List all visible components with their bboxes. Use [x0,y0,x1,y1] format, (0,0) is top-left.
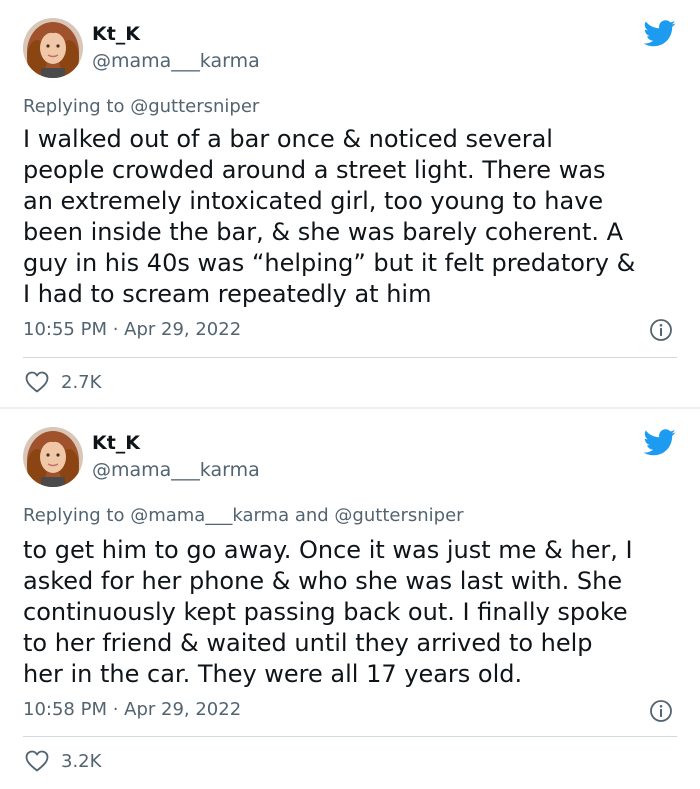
avatar-image [23,18,83,78]
divider [23,357,677,358]
tweet-body: I walked out of a bar once & noticed sev… [23,124,683,310]
heart-icon [25,750,49,772]
tweet-body-line: guy in his 40s was “helping” but it felt… [23,249,636,277]
tweet-timestamp[interactable]: 10:58 PM · Apr 29, 2022 [23,699,241,721]
tweet-timestamp[interactable]: 10:55 PM · Apr 29, 2022 [23,319,241,341]
tweet-body-line: I walked out of a bar once & noticed sev… [23,125,553,153]
tweet-body-line: I had to scream repeatedly at him [23,280,432,308]
avatar[interactable] [23,427,83,487]
tweet-body-line: continuously kept passing back out. I fi… [23,598,628,626]
user-handle[interactable]: @mama___karma [92,49,260,73]
tweet-body-line: to get him to go away. Once it was just … [23,536,633,564]
display-name[interactable]: Kt_K [92,22,140,46]
tweet-body-line: people crowded around a street light. Th… [23,156,606,184]
reply-prefix: Replying to [23,505,131,526]
tweet-body: to get him to go away. Once it was just … [23,535,683,690]
reply-mention-link[interactable]: @mama___karma and @guttersniper [130,505,463,526]
like-count: 2.7K [61,371,102,393]
twitter-bird-icon[interactable] [644,429,676,456]
reply-prefix: Replying to [23,96,131,117]
divider [23,736,677,737]
reply-context: Replying to @guttersniper [23,96,259,118]
like-button[interactable]: 2.7K [25,369,101,395]
tweet-card: Kt_K @mama___karma Replying to @mama___k… [0,409,700,789]
avatar-image [23,427,83,487]
tweet-body-line: an extremely intoxicated girl, too young… [23,187,604,215]
tweet-body-line: to her friend & waited until they arrive… [23,629,593,657]
tweet-body-line: been inside the bar, & she was barely co… [23,218,624,246]
reply-context: Replying to @mama___karma and @guttersni… [23,505,464,527]
tweet-card: Kt_K @mama___karma Replying to @guttersn… [0,0,700,407]
info-icon[interactable] [649,699,673,723]
twitter-bird-icon[interactable] [644,20,676,47]
tweet-body-line: asked for her phone & who she was last w… [23,567,623,595]
info-icon[interactable] [649,318,673,342]
heart-icon [25,371,49,393]
reply-mention-link[interactable]: @guttersniper [130,96,259,117]
user-handle[interactable]: @mama___karma [92,458,260,482]
like-button[interactable]: 3.2K [25,748,101,774]
display-name[interactable]: Kt_K [92,431,140,455]
like-count: 3.2K [61,750,102,772]
avatar[interactable] [23,18,83,78]
tweet-body-line: her in the car. They were all 17 years o… [23,660,523,688]
